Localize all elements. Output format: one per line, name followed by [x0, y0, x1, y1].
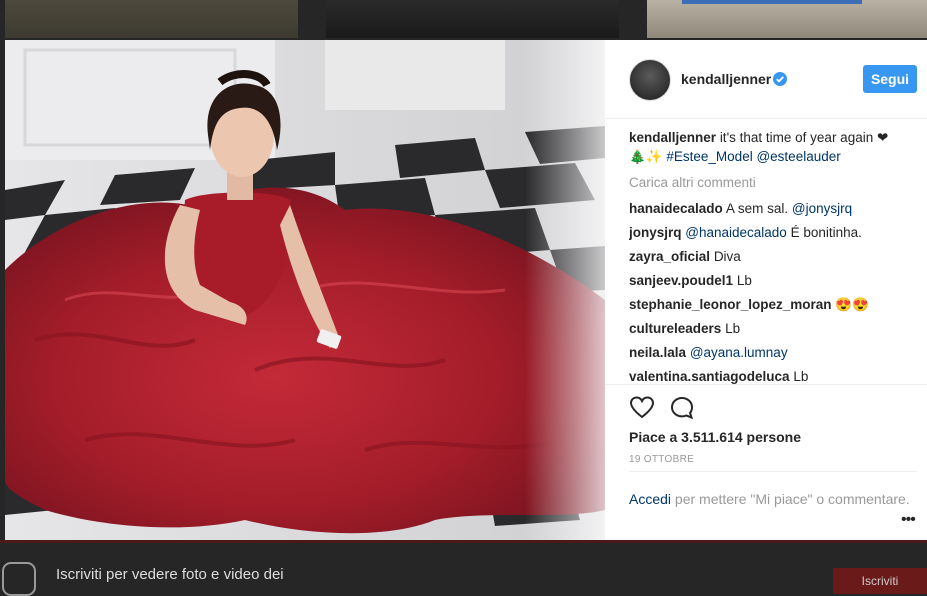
caption-username[interactable]: kendalljenner: [629, 130, 716, 145]
comment-mention[interactable]: @ayana.lumnay: [690, 345, 788, 360]
signup-button[interactable]: Iscriviti: [833, 568, 927, 594]
login-prompt: Accedi per mettere "Mi piace" o commenta…: [629, 471, 917, 509]
post-actions: Piace a 3.511.614 persone 19 OTTOBRE Acc…: [605, 384, 927, 545]
post-sidebar: kendalljenner Segui kendalljenner it's t…: [605, 40, 927, 540]
follow-button[interactable]: Segui: [863, 65, 917, 93]
comment-username[interactable]: hanaidecalado: [629, 201, 723, 216]
comment-mention[interactable]: @hanaidecalado: [685, 225, 787, 240]
comment-text: Lb: [736, 273, 752, 288]
post-modal: kendalljenner Segui kendalljenner it's t…: [5, 40, 927, 540]
likes-count[interactable]: Piace a 3.511.614 persone: [629, 429, 801, 445]
comment-text: A sem sal.: [725, 201, 789, 216]
heart-icon[interactable]: [629, 395, 655, 421]
comment-text: É bonitinha.: [790, 225, 862, 240]
comment-username[interactable]: valentina.santiagodeluca: [629, 369, 790, 384]
comment-text: Lb: [725, 321, 741, 336]
comment-item: valentina.santiagodeluca Lb: [629, 368, 917, 384]
signup-banner-divider: [0, 540, 927, 543]
comment-item: zayra_oficial Diva: [629, 248, 917, 266]
comment-username[interactable]: zayra_oficial: [629, 249, 710, 264]
comment-username[interactable]: cultureleaders: [629, 321, 721, 336]
comment-username[interactable]: neila.lala: [629, 345, 686, 360]
post-username[interactable]: kendalljenner: [681, 71, 771, 87]
comment-text: 😍😍: [835, 297, 869, 312]
comment-username[interactable]: jonysjrq: [629, 225, 682, 240]
background-thumbnail: [647, 0, 927, 38]
comment-item: stephanie_leonor_lopez_moran 😍😍: [629, 296, 917, 314]
post-photo[interactable]: [5, 40, 605, 540]
comment-item: jonysjrq @hanaidecalado É bonitinha.: [629, 224, 917, 242]
login-link[interactable]: Accedi: [629, 491, 671, 507]
instagram-logo-icon: [2, 562, 36, 596]
signup-banner-text: Iscriviti per vedere foto e video dei: [56, 566, 284, 583]
comment-username[interactable]: stephanie_leonor_lopez_moran: [629, 297, 832, 312]
background-thumbnail: [326, 0, 619, 38]
caption-text: it's that time of year again ❤: [719, 130, 889, 145]
comment-item: cultureleaders Lb: [629, 320, 917, 338]
comment-text: Lb: [793, 369, 809, 384]
verified-badge-icon: [773, 72, 787, 86]
comment-username[interactable]: sanjeev.poudel1: [629, 273, 733, 288]
comment-text: Diva: [713, 249, 741, 264]
background-thumbnail: [5, 0, 298, 38]
caption-hashtag[interactable]: #Estee_Model: [666, 149, 752, 164]
more-options-icon[interactable]: •••: [901, 511, 916, 529]
load-more-comments-button[interactable]: Carica altri commenti: [629, 174, 917, 192]
comment-item: neila.lala @ayana.lumnay: [629, 344, 917, 362]
comments-list: kendalljenner it's that time of year aga…: [629, 128, 917, 384]
avatar[interactable]: [629, 59, 671, 101]
login-prompt-text: per mettere "Mi piace" o commentare.: [674, 491, 910, 507]
caption-mention[interactable]: @esteelauder: [756, 149, 840, 164]
comment-bubble-icon[interactable]: [669, 395, 695, 421]
caption-emoji: 🎄✨: [629, 149, 663, 164]
post-date: 19 OTTOBRE: [629, 454, 695, 465]
comment-mention[interactable]: @jonysjrq: [792, 201, 852, 216]
comment-item: sanjeev.poudel1 Lb: [629, 272, 917, 290]
comment-item: hanaidecalado A sem sal. @jonysjrq: [629, 200, 917, 218]
post-header: kendalljenner Segui: [605, 40, 927, 119]
post-caption: kendalljenner it's that time of year aga…: [629, 128, 917, 166]
